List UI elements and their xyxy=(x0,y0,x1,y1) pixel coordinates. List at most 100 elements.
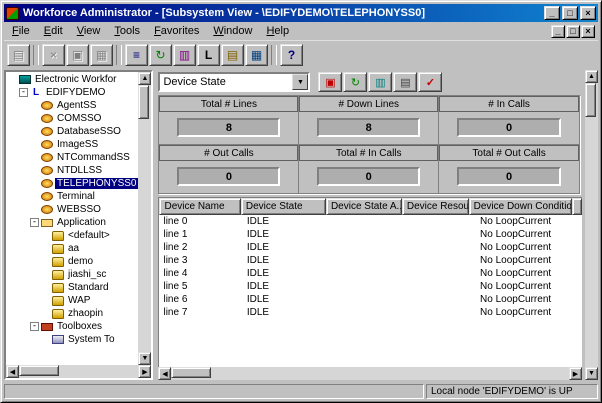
menu-item[interactable]: File xyxy=(5,23,37,39)
tree-item-ntcommandss[interactable]: NTCommandSS xyxy=(6,151,138,164)
scroll-right-icon[interactable]: ▶ xyxy=(569,367,582,380)
node-view-button[interactable]: ▥ xyxy=(173,44,196,66)
scroll-right-icon[interactable]: ▶ xyxy=(138,365,151,378)
subsystem-view-button[interactable]: ≡ xyxy=(125,44,148,66)
tree-item-system-toolbox[interactable]: System To xyxy=(6,333,138,346)
tree-item-agentss[interactable]: AgentSS xyxy=(6,99,138,112)
mdi-restore-button[interactable]: □ xyxy=(566,25,580,38)
validate-button[interactable]: ✓ xyxy=(418,72,442,92)
expander-icon[interactable]: - xyxy=(30,322,39,331)
paste-button[interactable]: ▦ xyxy=(90,44,113,66)
mdi-minimize-button[interactable]: _ xyxy=(551,25,565,38)
tree-item-application[interactable]: - Application xyxy=(6,216,138,229)
panel-vertical-scrollbar[interactable]: ▲ ▼ xyxy=(585,70,598,380)
scrollbar-thumb[interactable] xyxy=(585,83,596,117)
menu-item[interactable]: Tools xyxy=(107,23,147,39)
scroll-up-icon[interactable]: ▲ xyxy=(585,70,598,83)
scrollbar-track[interactable] xyxy=(585,83,598,367)
column-header[interactable]: Device State xyxy=(241,198,326,215)
scrollbar-thumb[interactable] xyxy=(19,365,59,376)
log-button[interactable]: L xyxy=(197,44,220,66)
menu-item[interactable]: Favorites xyxy=(147,23,206,39)
tree-item-websso[interactable]: WEBSSO xyxy=(6,203,138,216)
tree-item-aa[interactable]: aa xyxy=(6,242,138,255)
app-icon[interactable] xyxy=(6,7,19,20)
tree-item-icon xyxy=(30,87,42,98)
scrollbar-track[interactable] xyxy=(19,365,138,378)
cut-button[interactable]: × xyxy=(42,44,65,66)
tree-item-telephonyss0[interactable]: TELEPHONYSS0 xyxy=(6,177,138,190)
expander-icon[interactable]: - xyxy=(30,218,39,227)
column-header[interactable]: Device Resou... xyxy=(402,198,469,215)
tree-vertical-scrollbar[interactable]: ▲ ▼ xyxy=(138,72,151,365)
tree-view[interactable]: Electronic Workfor - EDIFYDEMO AgentSS xyxy=(6,72,138,365)
scrollbar-thumb[interactable] xyxy=(171,367,211,378)
device-state-view-button[interactable]: ▣ xyxy=(318,72,342,92)
scroll-up-icon[interactable]: ▲ xyxy=(138,72,151,85)
table-row[interactable]: line 4 IDLE No LoopCurrent xyxy=(159,267,582,280)
copy-button[interactable]: ▣ xyxy=(66,44,89,66)
tree-item-toolboxes[interactable]: - Toolboxes xyxy=(6,320,138,333)
toolbar-icon: × xyxy=(50,48,57,62)
tree-item-demo[interactable]: demo xyxy=(6,255,138,268)
scroll-left-icon[interactable]: ◀ xyxy=(158,367,171,380)
table-row[interactable]: line 2 IDLE No LoopCurrent xyxy=(159,241,582,254)
tree-item-label: aa xyxy=(66,243,81,254)
tree-item-imagess[interactable]: ImageSS xyxy=(6,138,138,151)
minimize-button[interactable]: _ xyxy=(544,6,560,20)
help-button[interactable]: ? xyxy=(280,44,303,66)
tree-item-default[interactable]: <default> xyxy=(6,229,138,242)
tree-item-electronic-workforce[interactable]: Electronic Workfor xyxy=(6,73,138,86)
tree-item-jiashi-sc[interactable]: jiashi_sc xyxy=(6,268,138,281)
table-row[interactable]: line 1 IDLE No LoopCurrent xyxy=(159,228,582,241)
menu-item[interactable]: Edit xyxy=(37,23,70,39)
column-header[interactable]: Device State A... xyxy=(326,198,402,215)
tree-horizontal-scrollbar[interactable]: ◀ ▶ xyxy=(6,365,151,378)
column-header[interactable]: Device Name xyxy=(159,198,240,215)
table-row[interactable]: line 5 IDLE No LoopCurrent xyxy=(159,280,582,293)
chevron-down-icon[interactable]: ▼ xyxy=(292,74,308,90)
statistics-button[interactable]: ▥ xyxy=(368,72,392,92)
tree-item-databasesso[interactable]: DatabaseSSO xyxy=(6,125,138,138)
tree-item-zhaopin[interactable]: zhaopin xyxy=(6,307,138,320)
stat-label: # Down Lines xyxy=(299,96,438,112)
titlebar[interactable]: Workforce Administrator - [Subsystem Vie… xyxy=(4,4,598,22)
tree-item-ntdllss[interactable]: NTDLLSS xyxy=(6,164,138,177)
menu-item[interactable]: View xyxy=(70,23,108,39)
table-row[interactable]: line 3 IDLE No LoopCurrent xyxy=(159,254,582,267)
scroll-down-icon[interactable]: ▼ xyxy=(138,352,151,365)
windows-button[interactable]: ▦ xyxy=(245,44,268,66)
table-body[interactable]: line 0 IDLE No LoopCurrent line 1 IDLE xyxy=(159,215,582,367)
browse-button[interactable]: ▤ xyxy=(221,44,244,66)
print-view-button[interactable]: ▤ xyxy=(393,72,417,92)
expander-icon[interactable]: - xyxy=(19,88,28,97)
refresh-tree-button[interactable]: ↻ xyxy=(149,44,172,66)
tree-item-edifydemo[interactable]: - EDIFYDEMO xyxy=(6,86,138,99)
tree-item-terminal[interactable]: Terminal xyxy=(6,190,138,203)
table-row[interactable]: line 7 IDLE No LoopCurrent xyxy=(159,306,582,319)
tree-item-icon xyxy=(41,219,53,227)
mdi-close-button[interactable]: × xyxy=(581,25,595,38)
scrollbar-thumb[interactable] xyxy=(138,85,149,119)
close-button[interactable]: × xyxy=(580,6,596,20)
tree-item-label: COMSSO xyxy=(55,113,103,124)
table-horizontal-scrollbar[interactable]: ◀ ▶ xyxy=(158,367,582,380)
tree-item-wap[interactable]: WAP xyxy=(6,294,138,307)
scroll-down-icon[interactable]: ▼ xyxy=(585,367,598,380)
scrollbar-track[interactable] xyxy=(138,85,151,352)
print-button[interactable]: ▤ xyxy=(7,44,30,66)
maximize-button[interactable]: □ xyxy=(562,6,578,20)
table-row[interactable]: line 0 IDLE No LoopCurrent xyxy=(159,215,582,228)
scrollbar-track[interactable] xyxy=(171,367,569,380)
view-selector[interactable]: Device State ▼ xyxy=(158,72,310,92)
tree-item-standard[interactable]: Standard xyxy=(6,281,138,294)
toolbar-button xyxy=(33,45,39,65)
column-header[interactable]: Device Down Condition xyxy=(469,198,572,215)
scroll-left-icon[interactable]: ◀ xyxy=(6,365,19,378)
menu-item[interactable]: Help xyxy=(259,23,296,39)
refresh-button[interactable]: ↻ xyxy=(343,72,367,92)
tree-item-comsso[interactable]: COMSSO xyxy=(6,112,138,125)
table-row[interactable]: line 6 IDLE No LoopCurrent xyxy=(159,293,582,306)
menu-item[interactable]: Window xyxy=(206,23,259,39)
cell-device-name: line 2 xyxy=(159,241,242,254)
